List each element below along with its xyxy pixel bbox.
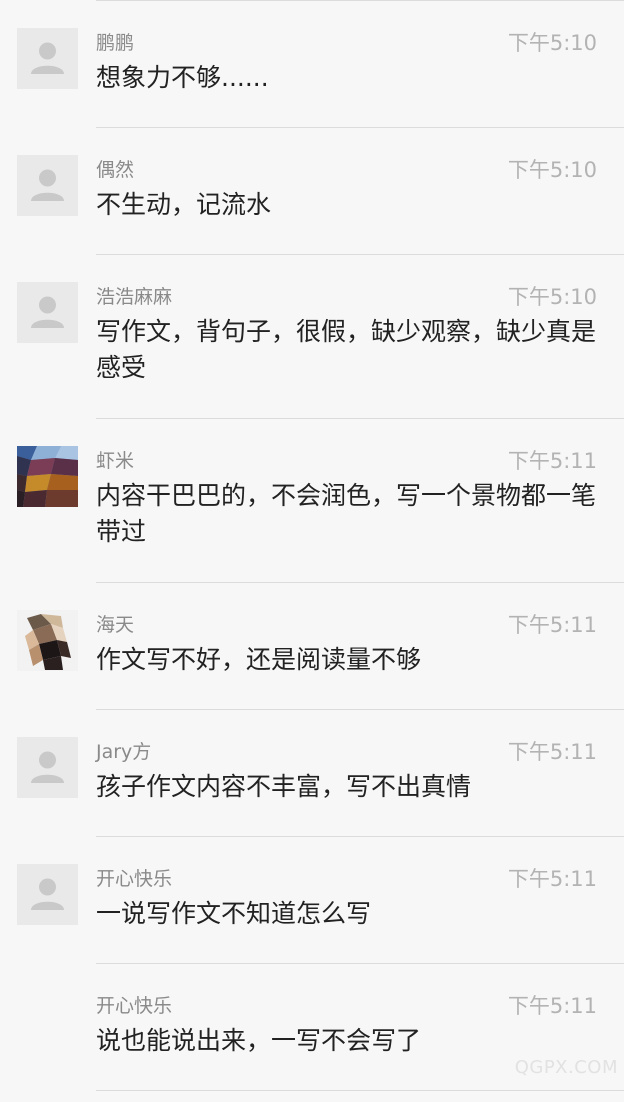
comment-text: 内容干巴巴的，不会润色，写一个景物都一笔带过 — [96, 481, 597, 546]
comment-item[interactable]: 海天 下午5:11 作文写不好，还是阅读量不够 — [0, 583, 624, 710]
comment-text: 不生动，记流水 — [96, 190, 272, 219]
mosaic-avatar-icon[interactable] — [17, 610, 78, 671]
comment-time: 下午5:10 — [507, 285, 597, 309]
comment-time: 下午5:11 — [507, 740, 597, 764]
default-avatar-icon[interactable] — [17, 155, 78, 216]
default-avatar-icon[interactable] — [17, 28, 78, 89]
comment-time: 下午5:10 — [507, 31, 597, 55]
comment-item[interactable]: 虾米 下午5:11 内容干巴巴的，不会润色，写一个景物都一笔带过 — [0, 419, 624, 583]
default-avatar-icon[interactable] — [17, 864, 78, 925]
comment-time: 下午5:11 — [507, 613, 597, 637]
comment-item[interactable]: 偶然 下午5:10 不生动，记流水 — [0, 128, 624, 255]
comment-text: 说也能说出来，一写不会写了 — [96, 1026, 422, 1055]
comment-text: 想象力不够...... — [96, 63, 269, 92]
comment-item[interactable]: Jary方 下午5:11 孩子作文内容不丰富，写不出真情 — [0, 710, 624, 837]
comment-text: 一说写作文不知道怎么写 — [96, 899, 372, 928]
comment-list: 鹏鹏 下午5:10 想象力不够...... 偶然 下午5:10 不生动，记流水 … — [0, 1, 624, 1091]
mosaic-avatar-icon[interactable] — [17, 446, 78, 507]
comment-text: 孩子作文内容不丰富，写不出真情 — [96, 772, 472, 801]
comment-time: 下午5:11 — [507, 449, 597, 473]
comment-time: 下午5:11 — [507, 867, 597, 891]
comment-item[interactable]: 开心快乐 下午5:11 一说写作文不知道怎么写 — [0, 837, 624, 964]
comment-item[interactable]: 鹏鹏 下午5:10 想象力不够...... — [0, 1, 624, 128]
comment-text: 写作文，背句子，很假，缺少观察，缺少真是感受 — [96, 317, 597, 382]
comment-text: 作文写不好，还是阅读量不够 — [96, 645, 422, 674]
watermark: QGPX.COM — [514, 1057, 618, 1078]
comment-time: 下午5:11 — [507, 994, 597, 1018]
default-avatar-icon[interactable] — [17, 737, 78, 798]
default-avatar-icon[interactable] — [17, 282, 78, 343]
comment-item[interactable]: 浩浩麻麻 下午5:10 写作文，背句子，很假，缺少观察，缺少真是感受 — [0, 255, 624, 419]
comment-time: 下午5:10 — [507, 158, 597, 182]
